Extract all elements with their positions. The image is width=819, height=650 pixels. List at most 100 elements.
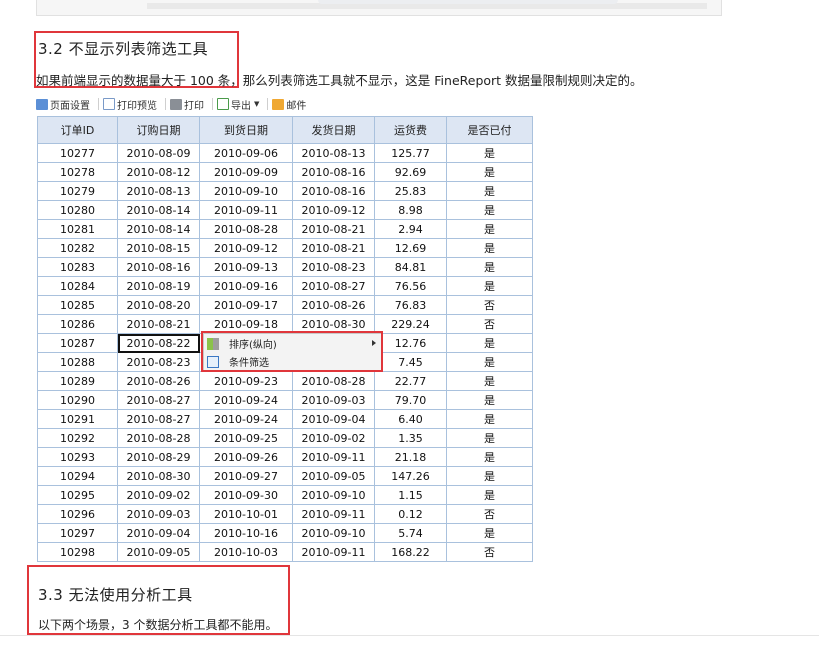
- table-cell[interactable]: 2010-08-13: [292, 143, 375, 163]
- table-cell[interactable]: 10278: [37, 162, 118, 182]
- table-cell[interactable]: 6.40: [374, 409, 447, 429]
- table-cell[interactable]: 1.15: [374, 485, 447, 505]
- table-cell[interactable]: 是: [446, 200, 533, 220]
- table-cell[interactable]: 2010-08-30: [117, 466, 200, 486]
- table-cell[interactable]: 2010-09-24: [199, 409, 293, 429]
- table-cell[interactable]: 79.70: [374, 390, 447, 410]
- column-header[interactable]: 运货费: [374, 116, 447, 144]
- table-cell[interactable]: 2010-09-03: [117, 504, 200, 524]
- table-cell[interactable]: 2010-09-30: [199, 485, 293, 505]
- table-cell[interactable]: 10282: [37, 238, 118, 258]
- table-cell[interactable]: 2010-08-23: [117, 352, 200, 372]
- table-cell[interactable]: 2010-09-10: [292, 485, 375, 505]
- table-cell[interactable]: 10291: [37, 409, 118, 429]
- table-cell[interactable]: 是: [446, 523, 533, 543]
- table-cell[interactable]: 10286: [37, 314, 118, 334]
- table-cell[interactable]: 10280: [37, 200, 118, 220]
- table-cell[interactable]: 2010-08-21: [117, 314, 200, 334]
- table-cell[interactable]: 5.74: [374, 523, 447, 543]
- table-cell[interactable]: 147.26: [374, 466, 447, 486]
- table-cell[interactable]: 7.45: [374, 352, 447, 372]
- table-cell[interactable]: 1.35: [374, 428, 447, 448]
- column-header[interactable]: 到货日期: [199, 116, 293, 144]
- mail-button[interactable]: 邮件: [272, 97, 306, 112]
- table-cell[interactable]: 2010-08-27: [292, 276, 375, 296]
- column-header[interactable]: 是否已付: [446, 116, 533, 144]
- table-cell[interactable]: 2010-10-03: [199, 542, 293, 562]
- table-cell[interactable]: 0.12: [374, 504, 447, 524]
- table-cell[interactable]: 10295: [37, 485, 118, 505]
- table-cell[interactable]: 2010-08-14: [117, 219, 200, 239]
- table-cell[interactable]: 2010-08-21: [292, 219, 375, 239]
- column-header[interactable]: 订单ID: [37, 116, 118, 144]
- table-cell[interactable]: 10285: [37, 295, 118, 315]
- table-cell[interactable]: 2010-10-16: [199, 523, 293, 543]
- table-cell[interactable]: 2010-09-12: [199, 238, 293, 258]
- table-cell[interactable]: 2010-08-27: [117, 409, 200, 429]
- table-cell[interactable]: 2010-08-16: [117, 257, 200, 277]
- table-cell[interactable]: 是: [446, 409, 533, 429]
- table-cell[interactable]: 2010-08-28: [117, 428, 200, 448]
- table-cell[interactable]: 2010-08-26: [117, 371, 200, 391]
- table-cell[interactable]: 2010-08-20: [117, 295, 200, 315]
- table-cell[interactable]: 12.76: [374, 333, 447, 353]
- table-cell[interactable]: 2010-08-29: [117, 447, 200, 467]
- table-cell[interactable]: 10294: [37, 466, 118, 486]
- table-cell[interactable]: 84.81: [374, 257, 447, 277]
- table-cell[interactable]: 10283: [37, 257, 118, 277]
- table-cell[interactable]: 2010-09-16: [199, 276, 293, 296]
- table-cell[interactable]: 2010-09-11: [199, 200, 293, 220]
- print-button[interactable]: 打印: [170, 97, 204, 112]
- table-cell[interactable]: 10289: [37, 371, 118, 391]
- table-cell[interactable]: 是: [446, 276, 533, 296]
- table-cell[interactable]: 2010-09-06: [199, 143, 293, 163]
- table-cell[interactable]: 是: [446, 181, 533, 201]
- column-header[interactable]: 订购日期: [117, 116, 200, 144]
- table-cell[interactable]: 2010-09-24: [199, 390, 293, 410]
- table-cell[interactable]: 2010-09-09: [199, 162, 293, 182]
- table-cell[interactable]: 2010-09-05: [117, 542, 200, 562]
- table-cell[interactable]: 2010-09-17: [199, 295, 293, 315]
- table-cell[interactable]: 10290: [37, 390, 118, 410]
- table-cell[interactable]: 2010-09-05: [292, 466, 375, 486]
- table-cell[interactable]: 是: [446, 447, 533, 467]
- table-cell[interactable]: 2010-09-23: [199, 371, 293, 391]
- table-cell[interactable]: 2010-09-13: [199, 257, 293, 277]
- table-cell[interactable]: 2010-08-16: [292, 162, 375, 182]
- table-cell[interactable]: 否: [446, 295, 533, 315]
- table-cell[interactable]: 10277: [37, 143, 118, 163]
- table-cell[interactable]: 2010-08-14: [117, 200, 200, 220]
- table-cell[interactable]: 2010-08-19: [117, 276, 200, 296]
- table-cell[interactable]: 是: [446, 238, 533, 258]
- column-header[interactable]: 发货日期: [292, 116, 375, 144]
- table-cell[interactable]: 2010-09-02: [117, 485, 200, 505]
- table-cell[interactable]: 25.83: [374, 181, 447, 201]
- table-cell[interactable]: 是: [446, 219, 533, 239]
- table-cell[interactable]: 2010-09-27: [199, 466, 293, 486]
- table-cell[interactable]: 是: [446, 466, 533, 486]
- table-cell[interactable]: 168.22: [374, 542, 447, 562]
- table-cell[interactable]: 是: [446, 143, 533, 163]
- table-cell[interactable]: 10297: [37, 523, 118, 543]
- table-cell[interactable]: 2010-08-13: [117, 181, 200, 201]
- table-cell[interactable]: 2010-08-27: [117, 390, 200, 410]
- table-cell[interactable]: 10279: [37, 181, 118, 201]
- table-cell[interactable]: 76.56: [374, 276, 447, 296]
- table-cell[interactable]: 否: [446, 504, 533, 524]
- table-cell[interactable]: 21.18: [374, 447, 447, 467]
- table-cell[interactable]: 2010-09-11: [292, 447, 375, 467]
- table-cell[interactable]: 12.69: [374, 238, 447, 258]
- table-cell[interactable]: 是: [446, 352, 533, 372]
- table-cell[interactable]: 2010-09-12: [292, 200, 375, 220]
- page-setup-button[interactable]: 页面设置: [36, 97, 90, 112]
- table-cell[interactable]: 2010-09-11: [292, 542, 375, 562]
- print-preview-button[interactable]: 打印预览: [103, 97, 157, 112]
- table-cell[interactable]: 2010-08-21: [292, 238, 375, 258]
- table-cell[interactable]: 2010-08-16: [292, 181, 375, 201]
- table-cell[interactable]: 是: [446, 333, 533, 353]
- table-cell[interactable]: 是: [446, 390, 533, 410]
- table-cell[interactable]: 2.94: [374, 219, 447, 239]
- table-cell[interactable]: 是: [446, 428, 533, 448]
- table-cell[interactable]: 2010-09-02: [292, 428, 375, 448]
- table-cell[interactable]: 10293: [37, 447, 118, 467]
